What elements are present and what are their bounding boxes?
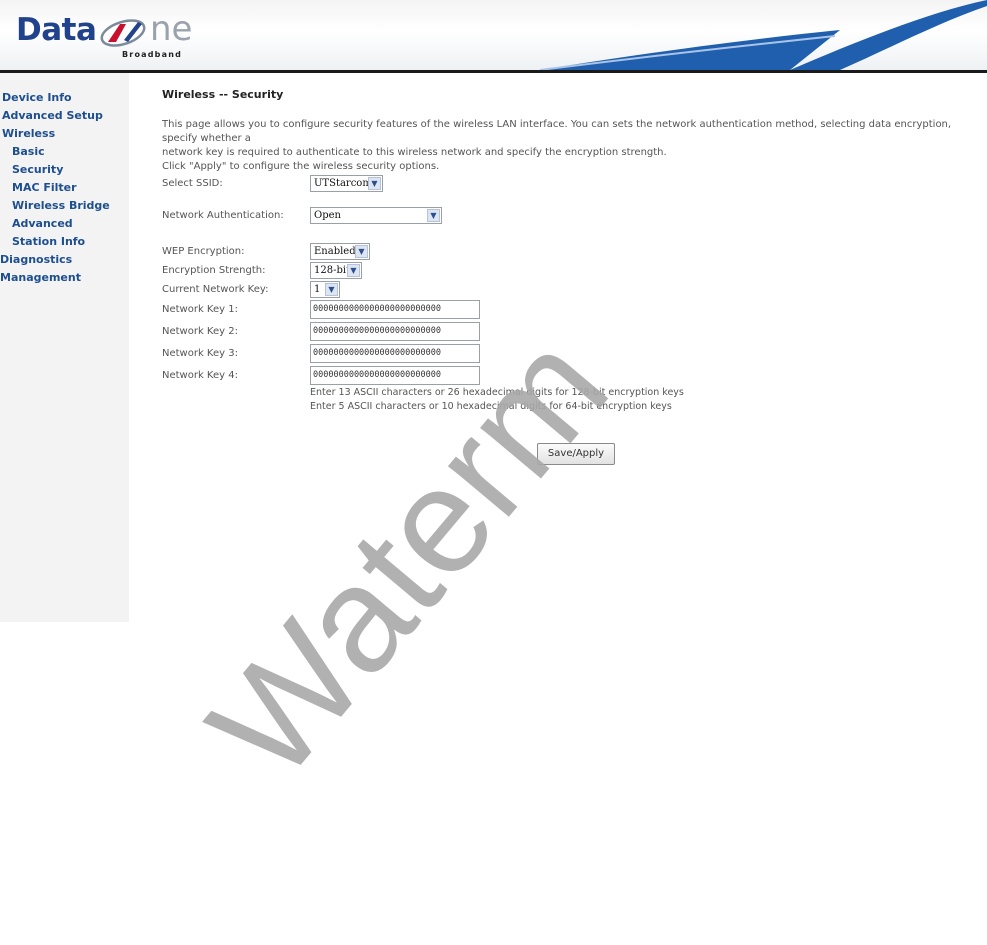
sidebar-item-management[interactable]: Management: [0, 271, 81, 284]
chevron-down-icon: ▼: [347, 264, 360, 277]
sidebar-item-station-info[interactable]: Station Info: [12, 235, 85, 248]
network-key-3-label: Network Key 3:: [162, 348, 238, 359]
chevron-down-icon: ▼: [325, 283, 338, 296]
network-key-1-input[interactable]: 0000000000000000000000000: [310, 300, 480, 319]
current-key-label: Current Network Key:: [162, 284, 269, 295]
chevron-down-icon: ▼: [368, 177, 381, 190]
current-key-select-value: 1: [314, 284, 321, 295]
ssid-select[interactable]: UTStarcom ▼: [310, 175, 383, 192]
save-apply-button[interactable]: Save/Apply: [537, 443, 615, 465]
auth-select[interactable]: Open ▼: [310, 207, 442, 224]
description-line: Click "Apply" to configure the wireless …: [162, 161, 440, 172]
current-key-select[interactable]: 1 ▼: [310, 281, 340, 298]
network-key-1-label: Network Key 1:: [162, 304, 238, 315]
strength-select-value: 128-bit: [314, 265, 351, 276]
wep-label: WEP Encryption:: [162, 246, 245, 257]
sidebar-item-mac-filter[interactable]: MAC Filter: [12, 181, 77, 194]
sidebar-item-basic[interactable]: Basic: [12, 145, 45, 158]
sidebar-nav: Device Info Advanced Setup Wireless Basi…: [0, 73, 129, 622]
sidebar-item-diagnostics[interactable]: Diagnostics: [0, 253, 72, 266]
auth-label: Network Authentication:: [162, 210, 284, 221]
sidebar-item-wireless[interactable]: Wireless: [2, 127, 55, 140]
chevron-down-icon: ▼: [427, 209, 440, 222]
key-hint-128bit: Enter 13 ASCII characters or 26 hexadeci…: [310, 387, 684, 398]
auth-select-value: Open: [314, 210, 341, 221]
strength-select[interactable]: 128-bit ▼: [310, 262, 362, 279]
header-banner: Data ne Broadband: [0, 0, 987, 70]
wep-select[interactable]: Enabled ▼: [310, 243, 370, 260]
brand-logo-icon: [98, 18, 148, 52]
network-key-3-input[interactable]: 0000000000000000000000000: [310, 344, 480, 363]
sidebar-item-advanced-setup[interactable]: Advanced Setup: [2, 109, 103, 122]
header-divider: [0, 70, 987, 73]
network-key-2-input[interactable]: 0000000000000000000000000: [310, 322, 480, 341]
ssid-label: Select SSID:: [162, 178, 223, 189]
header-swoosh-graphic: [540, 0, 987, 70]
sidebar-item-wireless-bridge[interactable]: Wireless Bridge: [12, 199, 110, 212]
sidebar-item-advanced[interactable]: Advanced: [12, 217, 73, 230]
sidebar-item-device-info[interactable]: Device Info: [2, 91, 72, 104]
network-key-2-label: Network Key 2:: [162, 326, 238, 337]
brand-logo-text: Data: [16, 12, 97, 48]
strength-label: Encryption Strength:: [162, 265, 266, 276]
sidebar-item-security[interactable]: Security: [12, 163, 63, 176]
description-line: This page allows you to configure securi…: [162, 119, 952, 144]
wep-select-value: Enabled: [314, 246, 356, 257]
network-key-4-label: Network Key 4:: [162, 370, 238, 381]
page-title: Wireless -- Security: [162, 88, 284, 101]
brand-logo-suffix: ne: [150, 9, 193, 49]
description-line: network key is required to authenticate …: [162, 147, 667, 158]
brand-tagline: Broadband: [122, 50, 183, 59]
page-description: This page allows you to configure securi…: [162, 118, 987, 174]
key-hint-64bit: Enter 5 ASCII characters or 10 hexadecim…: [310, 401, 672, 412]
network-key-4-input[interactable]: 0000000000000000000000000: [310, 366, 480, 385]
chevron-down-icon: ▼: [355, 245, 368, 258]
ssid-select-value: UTStarcom: [314, 178, 372, 189]
